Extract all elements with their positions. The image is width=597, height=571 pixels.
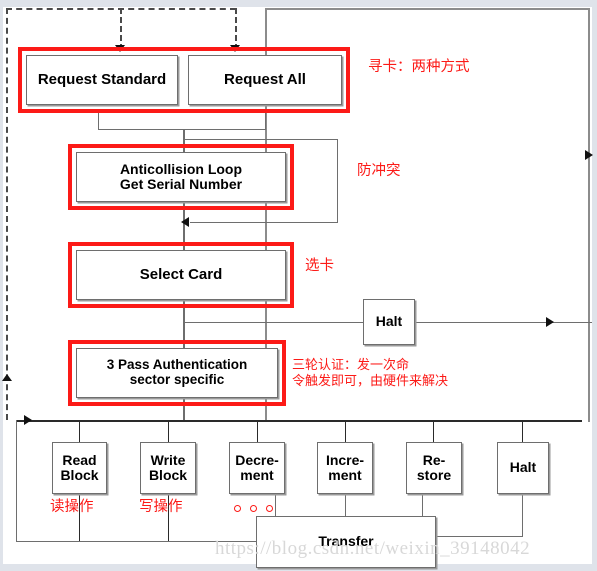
line-left-return-riser xyxy=(16,420,17,542)
line-decrement-down xyxy=(275,494,276,516)
node-3pass-authentication[interactable]: 3 Pass Authentication sector specific xyxy=(76,348,278,398)
annotation-ellipsis-dots xyxy=(234,505,273,512)
line-drop-restore xyxy=(433,420,434,442)
line-anticollision-loop-top xyxy=(183,139,338,140)
annotation-authentication: 三轮认证：发一次命 令触发即可，由硬件来解决 xyxy=(292,358,449,390)
annotation-anticollision: 防冲突 xyxy=(357,163,401,179)
arrowhead-halt-mid-exit xyxy=(546,317,554,327)
node-anticollision-loop[interactable]: Anticollision Loop Get Serial Number xyxy=(76,152,286,202)
line-halt-mid-exit xyxy=(415,322,592,323)
line-anticollision-loop-right xyxy=(337,139,338,222)
line-bottom-distribution-bus xyxy=(16,420,582,422)
dot-icon xyxy=(266,505,273,512)
line-request-all-down xyxy=(265,113,266,129)
arrowhead-into-distribution-bus xyxy=(24,415,32,425)
dot-icon xyxy=(234,505,241,512)
annotation-select-card: 选卡 xyxy=(305,258,334,274)
line-request-standard-down xyxy=(98,113,99,129)
right-edge-band xyxy=(592,0,597,571)
line-halt-bottom-down xyxy=(522,494,523,536)
dashed-branch-to-request-all xyxy=(235,8,237,50)
annotation-find-card: 寻卡：两种方式 xyxy=(368,59,470,75)
left-edge-band xyxy=(0,0,3,571)
node-decrement[interactable]: Decre- ment xyxy=(229,442,285,494)
annotation-read-operation: 读操作 xyxy=(50,499,94,515)
line-drop-write-block xyxy=(168,420,169,442)
node-halt-mid[interactable]: Halt xyxy=(363,299,415,345)
line-increment-down xyxy=(345,494,346,516)
line-drop-halt-bottom xyxy=(522,420,523,442)
line-drop-decrement xyxy=(257,420,258,442)
arrowhead-anticollision-loopback xyxy=(181,217,189,227)
node-halt-bottom[interactable]: Halt xyxy=(497,442,549,494)
node-read-block[interactable]: Read Block xyxy=(52,442,107,494)
line-request-merge-bus xyxy=(98,129,266,130)
dot-icon xyxy=(250,505,257,512)
node-request-standard[interactable]: Request Standard xyxy=(26,55,178,105)
node-increment[interactable]: Incre- ment xyxy=(317,442,373,494)
node-request-all[interactable]: Request All xyxy=(188,55,342,105)
node-select-card[interactable]: Select Card xyxy=(76,250,286,300)
arrowhead-dashed-return-up xyxy=(2,374,12,381)
node-write-block[interactable]: Write Block xyxy=(140,442,196,494)
line-drop-increment xyxy=(345,420,346,442)
flowchart-canvas: Request Standard Request All Anticollisi… xyxy=(0,0,597,571)
line-anticollision-loop-bottom xyxy=(190,222,338,223)
line-restore-down xyxy=(422,494,423,516)
watermark-url: https://blog.csdn.net/weixin_39148042 xyxy=(215,538,531,559)
dashed-divider-line xyxy=(120,8,122,50)
node-restore[interactable]: Re- store xyxy=(406,442,462,494)
line-halt-bottom-return xyxy=(436,536,523,537)
arrowhead-into-request-standard xyxy=(115,45,125,52)
top-edge-band xyxy=(0,0,597,7)
line-to-halt-mid xyxy=(183,322,363,323)
line-drop-read-block xyxy=(79,420,80,442)
annotation-write-operation: 写操作 xyxy=(139,499,183,515)
arrowhead-right-edge-clipped xyxy=(585,150,593,160)
arrowhead-into-request-all xyxy=(230,45,240,52)
